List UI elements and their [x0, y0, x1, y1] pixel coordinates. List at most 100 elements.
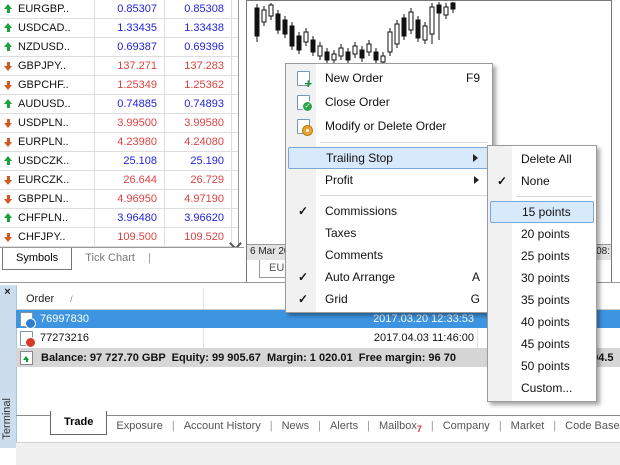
terminal-tab-company[interactable]: Company	[434, 411, 499, 432]
symbol-label: AUDUSD..	[18, 98, 71, 110]
menu-item-45-points[interactable]: 45 points	[490, 333, 594, 355]
symbol-row-audusd[interactable]: AUDUSD.. 0.74885 0.74893	[0, 95, 238, 114]
bid-price: 0.74885	[95, 95, 165, 113]
menu-item-grid[interactable]: ✓ Grid G	[288, 288, 490, 310]
symbol-label: USDCZK..	[18, 155, 69, 167]
bid-price: 137.271	[95, 57, 165, 75]
terminal-tab-exposure[interactable]: Exposure	[107, 411, 171, 432]
menu-item-30-points[interactable]: 30 points	[490, 267, 594, 289]
up-arrow-icon	[4, 213, 13, 223]
bid-price: 25.108	[95, 152, 165, 170]
menu-item-modify-or-delete-order[interactable]: Modify or Delete Order	[288, 114, 490, 138]
symbol-label: USDCAD..	[18, 22, 71, 34]
ask-price: 1.25362	[165, 76, 232, 94]
terminal-caption: Terminal	[1, 398, 13, 440]
order-time: 2017.03.20 12:33:53	[206, 313, 474, 325]
checkmark-icon: ✓	[298, 205, 308, 217]
menu-item-20-points[interactable]: 20 points	[490, 223, 594, 245]
ask-price: 137.283	[165, 57, 232, 75]
menu-item-40-points[interactable]: 40 points	[490, 311, 594, 333]
menu-item-new-order[interactable]: New Order F9	[288, 66, 490, 90]
symbol-label: NZDUSD..	[18, 41, 70, 53]
terminal-tab-trade[interactable]: Trade	[50, 411, 107, 435]
symbol-row-chfpln[interactable]: CHFPLN.. 3.96480 3.96620	[0, 209, 238, 228]
checkmark-icon: ✓	[497, 175, 507, 187]
ask-price: 0.85308	[165, 0, 232, 18]
market-watch-panel: EURGBP.. 0.85307 0.85308 USDCAD.. 1.3343…	[0, 0, 239, 247]
close-icon[interactable]: ×	[1, 286, 14, 299]
menu-item-none[interactable]: ✓ None	[490, 170, 594, 192]
menu-item-delete-all[interactable]: Delete All	[490, 148, 594, 170]
menu-item-25-points[interactable]: 25 points	[490, 245, 594, 267]
symbol-row-chfjpy[interactable]: CHFJPY.. 109.500 109.520	[0, 228, 238, 247]
menu-item-50-points[interactable]: 50 points	[490, 355, 594, 377]
symbol-row-gbpjpy[interactable]: GBPJPY.. 137.271 137.283	[0, 57, 238, 76]
symbol-label: GBPPLN..	[18, 193, 69, 205]
terminal-tab-mailbox[interactable]: Mailbox7	[370, 411, 431, 434]
close-order-icon	[297, 95, 310, 110]
terminal-tab-account-history[interactable]: Account History	[175, 411, 270, 432]
bid-price: 0.69387	[95, 38, 165, 56]
up-arrow-icon	[4, 42, 13, 52]
bid-price: 3.96480	[95, 209, 165, 227]
symbol-row-eurpln[interactable]: EURPLN.. 4.23980 4.24080	[0, 133, 238, 152]
menu-item-custom[interactable]: Custom...	[490, 377, 594, 399]
order-sell-icon	[20, 331, 33, 346]
symbol-label: GBPJPY..	[18, 60, 66, 72]
shortcut-label: F9	[466, 71, 490, 85]
bid-price: 4.23980	[95, 133, 165, 151]
modify-delete-order-icon	[297, 119, 310, 134]
tab-symbols[interactable]: Symbols	[2, 248, 72, 270]
terminal-tab-code-base[interactable]: Code Base	[556, 411, 620, 432]
symbol-row-gbpchf[interactable]: GBPCHF.. 1.25349 1.25362	[0, 76, 238, 95]
menu-item-35-points[interactable]: 35 points	[490, 289, 594, 311]
chart-context-menu: New Order F9 Close Order Modify	[285, 63, 493, 313]
ask-price: 0.69396	[165, 38, 232, 56]
ask-price: 3.99580	[165, 114, 232, 132]
symbol-row-nzdusd[interactable]: NZDUSD.. 0.69387 0.69396	[0, 38, 238, 57]
menu-item-commissions[interactable]: ✓ Commissions	[288, 200, 490, 222]
symbol-row-usdczk[interactable]: USDCZK.. 25.108 25.190	[0, 152, 238, 171]
bid-price: 4.96950	[95, 190, 165, 208]
symbol-row-usdcad[interactable]: USDCAD.. 1.33435 1.33438	[0, 19, 238, 38]
symbol-row-eurczk[interactable]: EURCZK.. 26.644 26.729	[0, 171, 238, 190]
symbol-label: USDPLN..	[18, 117, 69, 129]
menu-item-close-order[interactable]: Close Order	[288, 90, 490, 114]
menu-item-trailing-stop[interactable]: Trailing Stop	[288, 147, 490, 169]
menu-item-taxes[interactable]: Taxes	[288, 222, 490, 244]
terminal-tab-alerts[interactable]: Alerts	[321, 411, 367, 432]
ask-price: 0.74893	[165, 95, 232, 113]
bid-price: 1.25349	[95, 76, 165, 94]
submenu-arrow-icon	[473, 154, 482, 162]
mailbox-unread-badge: 7	[417, 424, 422, 434]
terminal-tab-news[interactable]: News	[273, 411, 319, 432]
order-id: 76997830	[40, 313, 89, 325]
down-arrow-icon	[4, 137, 13, 147]
ask-price: 3.96620	[165, 209, 232, 227]
tab-tick-chart[interactable]: Tick Chart	[75, 247, 145, 264]
bid-price: 109.500	[95, 228, 165, 246]
menu-separator	[490, 192, 594, 201]
symbol-row-gbppln[interactable]: GBPPLN.. 4.96950 4.97190	[0, 190, 238, 209]
terminal-tab-market[interactable]: Market	[502, 411, 554, 432]
balance-arrow-icon	[20, 351, 33, 365]
terminal-side-strip: × Terminal	[0, 285, 17, 448]
menu-item-comments[interactable]: Comments	[288, 244, 490, 266]
symbol-label: CHFPLN..	[18, 212, 68, 224]
menu-separator	[288, 138, 490, 147]
symbol-label: EURPLN..	[18, 136, 69, 148]
mt4-window: EURGBP.. 0.85307 0.85308 USDCAD.. 1.3343…	[0, 0, 620, 465]
down-arrow-icon	[4, 61, 13, 71]
symbol-row-eurgbp[interactable]: EURGBP.. 0.85307 0.85308	[0, 0, 238, 19]
menu-item-auto-arrange[interactable]: ✓ Auto Arrange A	[288, 266, 490, 288]
sort-indicator-icon: /	[70, 294, 73, 304]
menu-item-profit[interactable]: Profit	[288, 169, 490, 191]
bid-price: 26.644	[95, 171, 165, 189]
symbol-row-usdpln[interactable]: USDPLN.. 3.99500 3.99580	[0, 114, 238, 133]
status-bar	[16, 442, 620, 465]
menu-separator	[288, 191, 490, 200]
ask-price: 26.729	[165, 171, 232, 189]
up-arrow-icon	[4, 23, 13, 33]
menu-item-15-points[interactable]: 15 points	[490, 201, 594, 223]
terminal-tabs: Trade Exposure | Account History | News …	[32, 411, 620, 442]
